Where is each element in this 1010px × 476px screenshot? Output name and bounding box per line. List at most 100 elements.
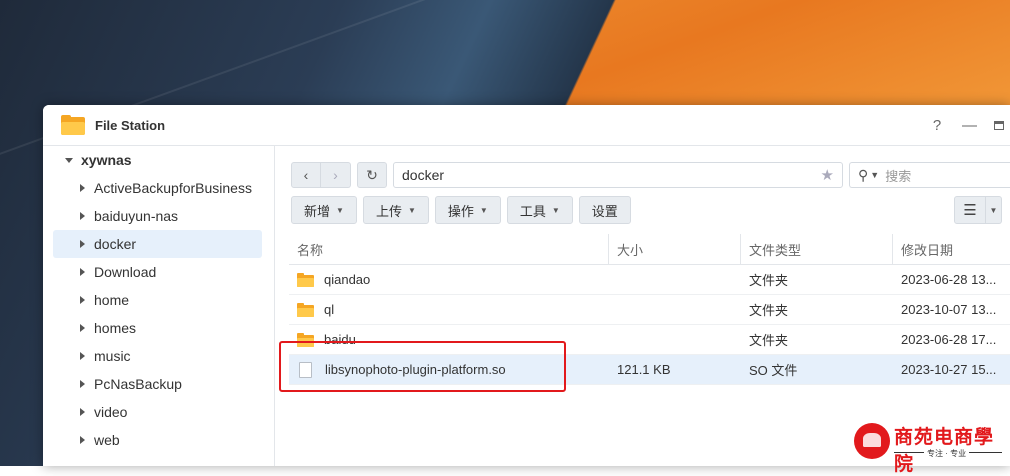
star-icon[interactable]: ★ (821, 166, 834, 184)
forward-button[interactable]: › (321, 162, 351, 188)
tools-button[interactable]: 工具 ▼ (506, 196, 573, 224)
chevron-down-icon[interactable]: ▼ (870, 170, 879, 180)
cell-modified: 2023-10-07 13... (901, 302, 997, 317)
caret-right-icon[interactable] (80, 408, 85, 416)
file-name: ql (324, 302, 335, 317)
logo-slogan: 专注 · 专业 (924, 448, 970, 459)
cell-type: SO 文件 (749, 363, 798, 378)
cell-size (609, 295, 741, 324)
maximize-icon[interactable] (994, 120, 1004, 130)
caret-right-icon[interactable] (80, 212, 85, 220)
window-title: File Station (95, 117, 166, 133)
tree-item-music[interactable]: music (53, 342, 262, 370)
path-text: docker (402, 167, 445, 183)
tree-item-docker[interactable]: docker (53, 230, 262, 258)
tree-item-download[interactable]: Download (53, 258, 262, 286)
caret-right-icon[interactable] (80, 184, 85, 192)
settings-button[interactable]: 设置 (578, 196, 631, 224)
cell-modified: 2023-06-28 13... (901, 272, 997, 287)
chevron-down-icon: ▼ (551, 205, 560, 215)
create-label: 新增 (304, 203, 331, 219)
tree-root-label: xywnas (81, 152, 132, 168)
caret-right-icon[interactable] (80, 296, 85, 304)
chevron-down-icon: ▼ (407, 205, 416, 215)
tree-item-label: ActiveBackupforBusiness (94, 180, 252, 196)
minimize-icon[interactable]: — (962, 117, 977, 134)
action-toolbar: 新增 ▼ 上传 ▼ 操作 ▼ 工具 ▼ 设置 (291, 196, 631, 224)
tree-item-label: docker (94, 236, 137, 252)
caret-right-icon[interactable] (80, 324, 85, 332)
column-header-modified[interactable]: 修改日期 (893, 234, 1010, 264)
list-view-button[interactable]: ☰ (954, 196, 986, 224)
column-header-name[interactable]: 名称 (289, 234, 609, 264)
refresh-button[interactable]: ↻ (357, 162, 387, 188)
view-mode-control: ☰ ▼ (954, 196, 1010, 224)
tree-item-activebackup[interactable]: ActiveBackupforBusiness (53, 174, 262, 202)
chevron-down-icon: ▼ (336, 205, 344, 215)
cell-modified: 2023-06-28 17... (901, 332, 997, 347)
cell-size: 121.1 KB (617, 362, 671, 377)
cell-modified: 2023-10-27 15... (901, 362, 997, 377)
caret-right-icon[interactable] (80, 268, 85, 276)
watermark-logo: 商苑电商學院 专注 · 专业 (854, 421, 1004, 475)
caret-down-icon[interactable] (65, 157, 73, 163)
search-placeholder: 搜索 (885, 168, 912, 184)
tools-label: 工具 (519, 203, 546, 219)
tree-root-xywnas[interactable]: xywnas (43, 146, 274, 174)
caret-right-icon[interactable] (80, 436, 85, 444)
column-header-size[interactable]: 大小 (609, 234, 741, 264)
help-icon[interactable]: ? (930, 117, 944, 134)
tree-item-label: baiduyun-nas (94, 208, 179, 224)
column-header-type[interactable]: 文件类型 (741, 234, 893, 264)
tree-item-label: homes (94, 320, 137, 336)
view-dropdown-button[interactable]: ▼ (986, 196, 1002, 224)
tree-item-label: music (94, 348, 131, 364)
settings-label: 设置 (591, 203, 618, 219)
folder-tree: xywnas ActiveBackupforBusiness baiduyun-… (43, 146, 275, 466)
tree-item-homes[interactable]: homes (53, 314, 262, 342)
chevron-down-icon: ▼ (479, 205, 488, 215)
logo-seal-icon (854, 423, 890, 459)
tree-item-label: video (94, 404, 128, 420)
navigation-bar: ‹ › ↻ docker ★ ⚲ ▼ 搜索 (291, 161, 1010, 189)
file-station-app-icon (61, 115, 85, 135)
folder-icon (297, 302, 314, 317)
caret-right-icon[interactable] (80, 380, 85, 388)
file-station-window: File Station ? — xywnas ActiveBackupforB… (43, 105, 1010, 466)
chevron-left-icon: ‹ (303, 167, 309, 183)
tree-item-web[interactable]: web (53, 426, 262, 454)
chevron-right-icon: › (333, 167, 338, 183)
window-controls: ? — (930, 105, 1004, 145)
title-bar[interactable]: File Station ? — (43, 105, 1010, 146)
tree-item-label: web (94, 432, 120, 448)
cell-type: 文件夹 (749, 303, 789, 318)
tree-item-label: Download (94, 264, 157, 280)
create-button[interactable]: 新增 ▼ (291, 196, 357, 224)
table-row[interactable]: qiandao 文件夹 2023-06-28 13... (289, 265, 1010, 295)
file-list-header: 名称 大小 文件类型 修改日期 (289, 234, 1010, 265)
cell-type: 文件夹 (749, 273, 789, 288)
back-button[interactable]: ‹ (291, 162, 321, 188)
tree-item-label: PcNasBackup (94, 376, 182, 392)
table-row[interactable]: ql 文件夹 2023-10-07 13... (289, 295, 1010, 325)
tree-item-home[interactable]: home (53, 286, 262, 314)
caret-right-icon[interactable] (80, 240, 85, 248)
main-panel: ‹ › ↻ docker ★ ⚲ ▼ 搜索 新增 ▼ 上传 ▼ 操作 ▼ 工具 ▼ 设置… (275, 146, 1010, 466)
action-button[interactable]: 操作 ▼ (434, 196, 501, 224)
upload-label: 上传 (375, 203, 402, 219)
logo-slogan-text: 专注 · 专业 (924, 449, 970, 458)
path-input[interactable]: docker ★ (393, 162, 843, 188)
cell-size (609, 325, 741, 354)
upload-button[interactable]: 上传 ▼ (362, 196, 429, 224)
tree-item-video[interactable]: video (53, 398, 262, 426)
search-input[interactable]: ⚲ ▼ 搜索 (849, 162, 1010, 188)
tree-item-pcnasbackup[interactable]: PcNasBackup (53, 370, 262, 398)
tree-item-baiduyun-nas[interactable]: baiduyun-nas (53, 202, 262, 230)
file-name: qiandao (324, 272, 371, 287)
search-icon[interactable]: ⚲ (858, 167, 868, 184)
caret-right-icon[interactable] (80, 352, 85, 360)
folder-icon (297, 272, 314, 287)
refresh-icon: ↻ (366, 166, 378, 183)
action-label: 操作 (447, 203, 474, 219)
annotation-highlight-box (279, 341, 566, 392)
